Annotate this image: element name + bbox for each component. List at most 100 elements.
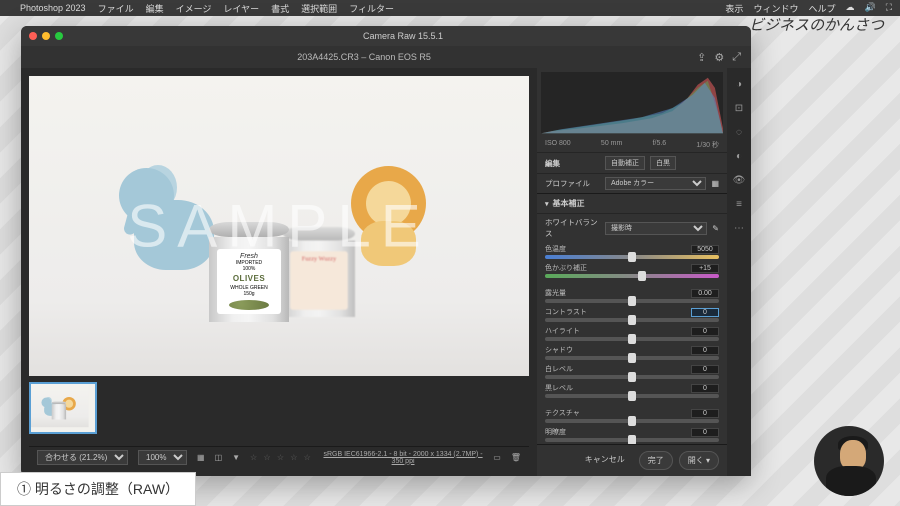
image-canvas[interactable]: Fuzzy Wuzzy Fresh IMPORTED 100% OLIVES W…	[29, 76, 529, 376]
menu-filter[interactable]: フィルター	[349, 2, 394, 15]
slider-value[interactable]: 0	[691, 327, 719, 336]
filter-icon[interactable]: ▼	[232, 453, 240, 462]
slider-track[interactable]	[545, 438, 719, 442]
slider-value[interactable]: 0	[691, 346, 719, 355]
menu-layer[interactable]: レイヤー	[223, 2, 259, 15]
slider-テクスチャ: テクスチャ 0	[537, 406, 727, 425]
slider-label: テクスチャ	[545, 408, 580, 418]
crop-tool-icon[interactable]: ⊡	[731, 100, 747, 116]
slider-value[interactable]: 0	[691, 308, 719, 317]
fullscreen-icon[interactable]: ⛶	[886, 2, 892, 15]
slider-track[interactable]	[545, 419, 719, 423]
compare-icon[interactable]: ◫	[215, 453, 223, 462]
slider-track[interactable]	[545, 318, 719, 322]
app-name[interactable]: Photoshop 2023	[20, 3, 86, 13]
menu-edit[interactable]: 編集	[146, 2, 164, 15]
slider-thumb[interactable]	[628, 353, 636, 363]
slider-label: 黒レベル	[545, 383, 573, 393]
slider-track[interactable]	[545, 337, 719, 341]
menu-select[interactable]: 選択範囲	[301, 2, 337, 15]
zoom-button[interactable]	[55, 32, 63, 40]
bottom-bar: 合わせる (21.2%) 100% ▦ ◫ ▼ ☆ ☆ ☆ ☆ ☆ sRGB I…	[29, 446, 529, 468]
wb-label: ホワイトバランス	[545, 217, 600, 239]
slider-thumb[interactable]	[628, 296, 636, 306]
auto-button[interactable]: 自動補正	[605, 156, 645, 170]
basic-section-header[interactable]: 基本補正	[537, 193, 727, 213]
share-icon[interactable]: ⇪	[697, 51, 706, 64]
wb-select[interactable]: 撮影時	[605, 222, 707, 235]
done-button[interactable]: 完了	[639, 451, 673, 470]
rating-stars[interactable]: ☆ ☆ ☆ ☆ ☆	[250, 453, 313, 462]
slider-value[interactable]: 0.00	[691, 289, 719, 298]
slider-黒レベル: 黒レベル 0	[537, 381, 727, 400]
menu-window[interactable]: ウィンドウ	[753, 2, 798, 15]
minimize-button[interactable]	[42, 32, 50, 40]
heal-tool-icon[interactable]: ◌	[731, 124, 747, 140]
mask-tool-icon[interactable]: ◐	[731, 148, 747, 164]
slider-thumb[interactable]	[628, 372, 636, 382]
slider-value[interactable]: 0	[691, 428, 719, 437]
eyedropper-icon[interactable]: ✎	[712, 224, 719, 233]
slider-thumb[interactable]	[628, 391, 636, 401]
volume-icon[interactable]: 🔊	[864, 2, 875, 15]
grid-icon[interactable]: ▦	[197, 453, 205, 462]
menu-file[interactable]: ファイル	[98, 2, 134, 15]
photo-content: Fuzzy Wuzzy Fresh IMPORTED 100% OLIVES W…	[29, 76, 529, 376]
menu-type[interactable]: 書式	[271, 2, 289, 15]
settings-icon[interactable]: ⚙	[714, 51, 724, 64]
slider-label: 色温度	[545, 244, 566, 254]
slider-シャドウ: シャドウ0	[537, 343, 727, 362]
slider-track[interactable]	[545, 299, 719, 303]
slider-ハイライト: ハイライト0	[537, 324, 727, 343]
exif-iso: ISO 800	[545, 140, 571, 150]
slider-thumb[interactable]	[628, 252, 636, 262]
slider-thumb[interactable]	[638, 271, 646, 281]
slider-value[interactable]: 0	[691, 409, 719, 418]
menu-help[interactable]: ヘルプ	[808, 2, 835, 15]
slider-track[interactable]	[545, 375, 719, 379]
slider-track[interactable]	[545, 394, 719, 398]
view-icon[interactable]: ▭	[493, 453, 501, 462]
cloud-icon[interactable]: ☁	[845, 2, 854, 15]
redeye-tool-icon[interactable]: 👁	[731, 172, 747, 188]
slider-thumb[interactable]	[628, 435, 636, 444]
bw-button[interactable]: 白黒	[650, 156, 676, 170]
menu-image[interactable]: イメージ	[176, 2, 212, 15]
slider-value[interactable]: +15	[691, 264, 719, 273]
slider-track[interactable]	[545, 255, 719, 259]
edit-tool-icon[interactable]: ◑	[731, 76, 747, 92]
window-title: Camera Raw 15.5.1	[63, 31, 743, 41]
close-button[interactable]	[29, 32, 37, 40]
fit-select[interactable]: 合わせる (21.2%)	[37, 450, 128, 465]
expand-icon[interactable]: ⤢	[732, 51, 741, 64]
exif-aperture: f/5.6	[653, 140, 667, 150]
slider-明瞭度: 明瞭度0	[537, 425, 727, 444]
profile-label: プロファイル	[545, 178, 600, 189]
exif-row: ISO 800 50 mm f/5.6 1/30 秒	[537, 138, 727, 152]
slider-track[interactable]	[545, 356, 719, 360]
document-bar: 203A4425.CR3 – Canon EOS R5 ⇪ ⚙ ⤢	[21, 46, 751, 68]
video-caption: ① 明るさの調整（RAW）	[0, 472, 196, 506]
trash-icon[interactable]: 🗑	[511, 453, 521, 462]
image-metadata[interactable]: sRGB IEC61966-2.1 - 8 bit - 2000 x 1334 …	[323, 451, 483, 465]
histogram[interactable]	[541, 72, 723, 134]
exif-shutter: 1/30 秒	[696, 140, 719, 150]
slider-value[interactable]: 0	[691, 365, 719, 374]
slider-thumb[interactable]	[628, 334, 636, 344]
profile-select[interactable]: Adobe カラー	[605, 177, 706, 190]
thumbnail[interactable]	[29, 382, 97, 434]
slider-track[interactable]	[545, 274, 719, 278]
edit-header-row: 編集 自動補正 白黒	[537, 152, 727, 173]
cancel-button[interactable]: キャンセル	[577, 451, 633, 470]
slider-thumb[interactable]	[628, 416, 636, 426]
slider-value[interactable]: 0	[691, 384, 719, 393]
can-front: Fresh IMPORTED 100% OLIVES WHOLE GREEN 1…	[209, 222, 289, 322]
slider-value[interactable]: 5050	[691, 245, 719, 254]
open-button[interactable]: 開く ▾	[679, 451, 719, 470]
zoom-select[interactable]: 100%	[138, 450, 187, 465]
menu-view[interactable]: 表示	[725, 2, 743, 15]
profile-browse-icon[interactable]: ▦	[711, 179, 719, 188]
slider-thumb[interactable]	[628, 315, 636, 325]
more-tool-icon[interactable]: ⋯	[731, 220, 747, 236]
preset-tool-icon[interactable]: ≡	[731, 196, 747, 212]
